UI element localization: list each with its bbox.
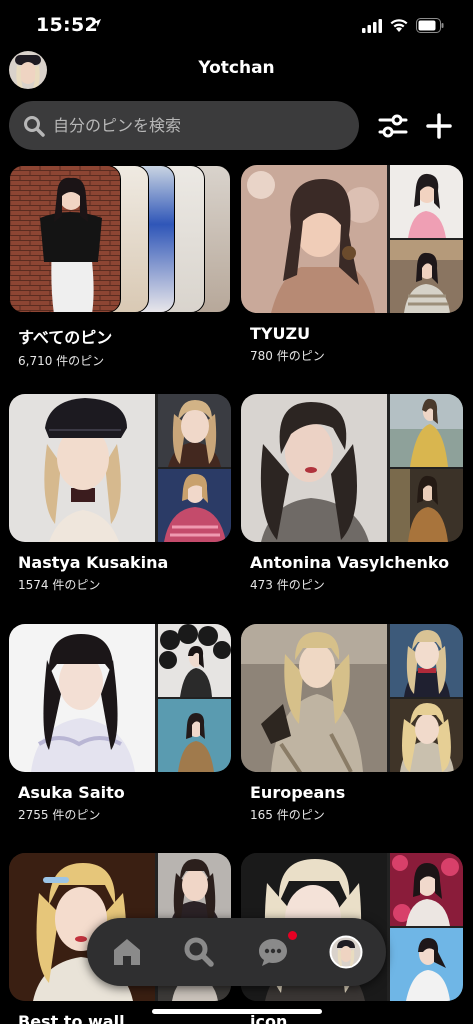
search-icon[interactable]	[182, 935, 216, 969]
board-card-tyuzu[interactable]: TYUZU 780 件のピン	[241, 165, 463, 364]
messages-icon[interactable]	[256, 935, 290, 969]
board-name: Antonina Vasylchenko	[250, 553, 450, 572]
board-name: Asuka Saito	[18, 783, 125, 802]
profile-name-title: Yotchan	[198, 58, 275, 78]
status-bar: 15:52	[0, 0, 473, 52]
battery-icon	[416, 18, 444, 33]
search-bar[interactable]	[9, 101, 359, 150]
notification-badge	[288, 931, 297, 940]
board-pin-count: 780 件のピン	[250, 349, 325, 363]
board-cover	[241, 624, 463, 772]
board-name: TYUZU	[250, 324, 311, 343]
wifi-icon	[390, 19, 408, 32]
board-cover	[9, 165, 231, 313]
add-plus-icon[interactable]	[424, 111, 454, 141]
board-cover	[9, 624, 231, 772]
board-cover	[241, 394, 463, 542]
location-arrow-icon	[93, 19, 101, 27]
board-name: すべてのピン	[18, 328, 113, 347]
board-card-nastya-kusakina[interactable]: Nastya Kusakina 1574 件のピン	[9, 394, 231, 593]
home-indicator	[152, 1009, 322, 1014]
board-pin-count: 6,710 件のピン	[18, 354, 105, 368]
board-card-europeans[interactable]: Europeans 165 件のピン	[241, 624, 463, 823]
status-time: 15:52	[36, 14, 98, 36]
board-pin-count: 1574 件のピン	[18, 578, 101, 592]
board-pin-count: 165 件のピン	[250, 808, 325, 822]
search-icon	[24, 115, 45, 137]
board-card-asuka-saito[interactable]: Asuka Saito 2755 件のピン	[9, 624, 231, 823]
board-card-all-pins[interactable]: すべてのピン 6,710 件のピン	[9, 165, 231, 369]
board-pin-count: 2755 件のピン	[18, 808, 101, 822]
board-pin-count: 473 件のピン	[250, 578, 325, 592]
board-cover	[241, 165, 463, 313]
filter-sliders-icon[interactable]	[378, 112, 408, 140]
profile-avatar-nav[interactable]	[329, 935, 363, 969]
home-icon[interactable]	[110, 935, 144, 969]
board-name: Europeans	[250, 783, 346, 802]
board-cover	[9, 394, 231, 542]
board-card-antonina-vasylchenko[interactable]: Antonina Vasylchenko 473 件のピン	[241, 394, 463, 593]
search-input[interactable]	[53, 116, 333, 135]
board-name: Nastya Kusakina	[18, 553, 169, 572]
cellular-signal-icon	[362, 19, 382, 33]
bottom-nav-bar	[87, 918, 386, 986]
